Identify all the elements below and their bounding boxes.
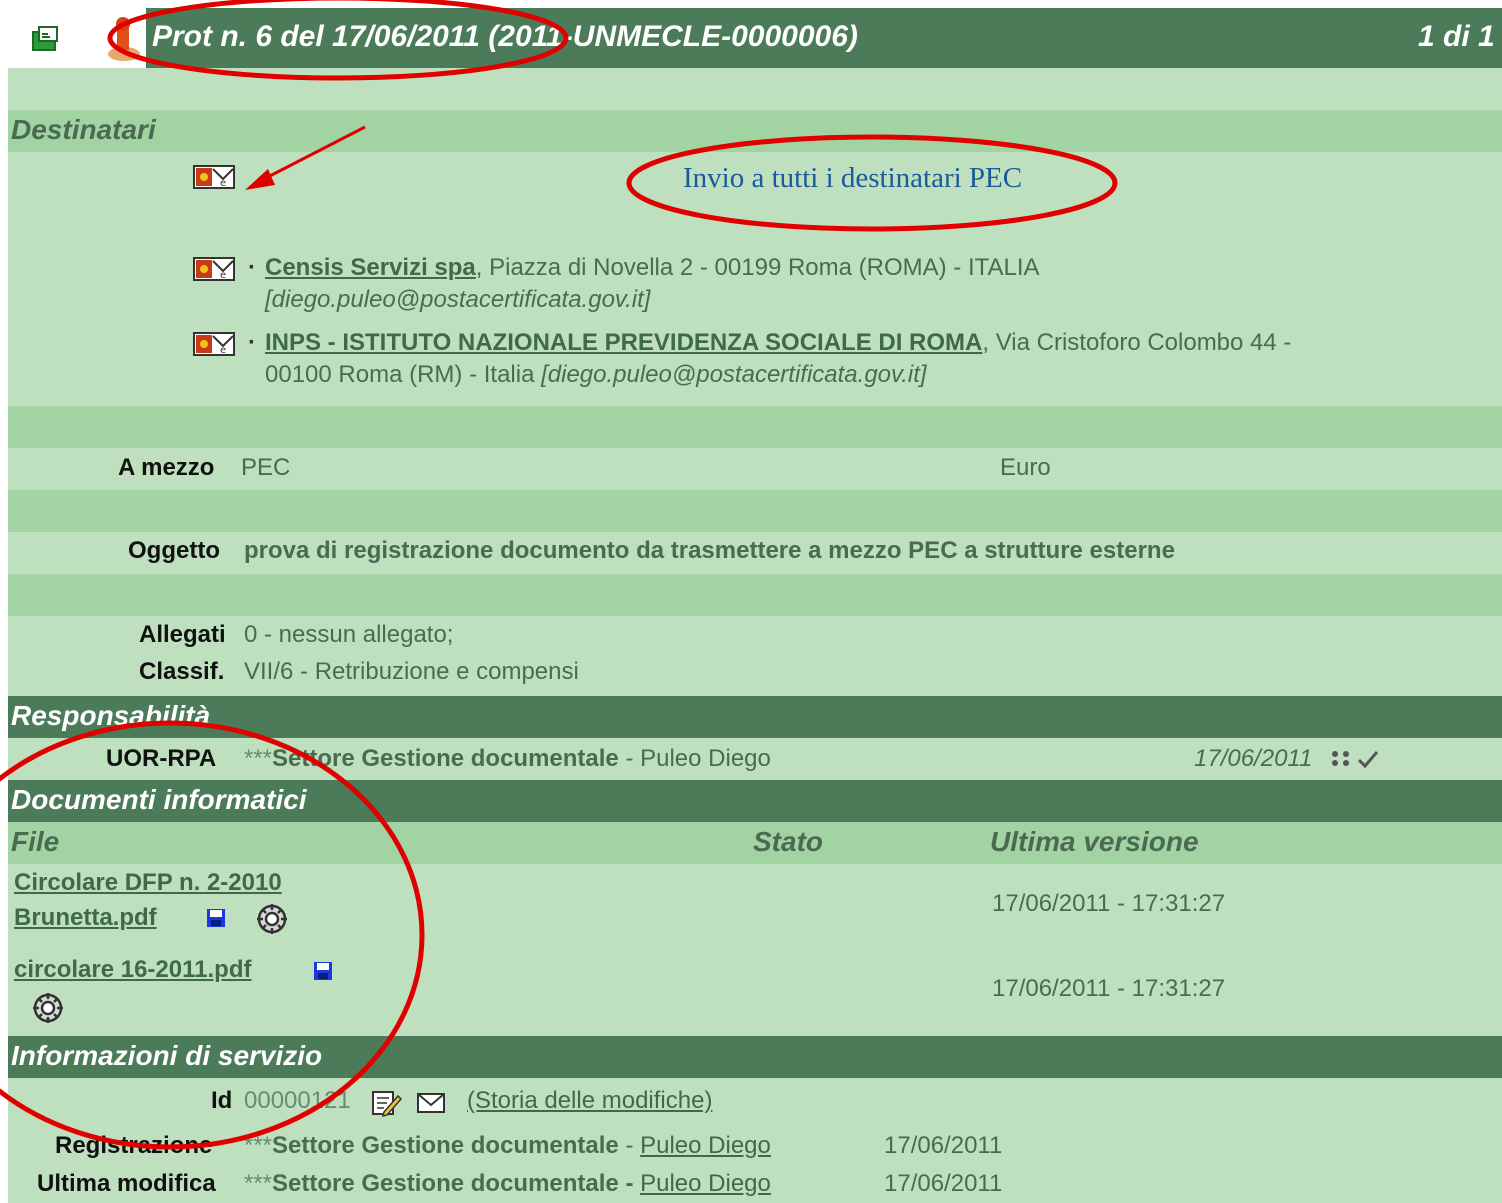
send-all-pec-link[interactable]: Invio a tutti i destinatari PEC <box>683 162 1022 195</box>
history-link[interactable]: (Storia delle modifiche) <box>467 1087 712 1115</box>
stamp-icon <box>108 17 140 61</box>
uor-rpa-value: ***Settore Gestione documentale - Puleo … <box>244 745 771 773</box>
a-mezzo-label: A mezzo <box>118 454 215 481</box>
svg-text:e: e <box>220 345 226 356</box>
spacer-band <box>8 574 1502 616</box>
gear-sign-icon[interactable] <box>254 901 290 937</box>
pec-mail-icon[interactable]: e <box>193 257 235 281</box>
person-link[interactable]: Puleo Diego <box>640 1132 771 1159</box>
pec-mail-icon[interactable]: e <box>193 332 235 356</box>
file-name-link[interactable]: Brunetta.pdf <box>14 904 157 932</box>
users-icon[interactable] <box>1330 749 1352 769</box>
oggetto-label: Oggetto <box>128 537 220 564</box>
gear-sign-icon[interactable] <box>30 990 66 1026</box>
ultima-modifica-date: 17/06/2011 <box>884 1170 1003 1197</box>
file-name-line1[interactable]: Circolare DFP n. 2-2010 <box>14 869 282 896</box>
person-link[interactable]: Puleo Diego <box>640 1170 771 1197</box>
dash: - <box>618 1132 641 1159</box>
responsabilita-date: 17/06/2011 <box>1194 745 1313 772</box>
recipient-bullet: · <box>248 329 256 356</box>
a-mezzo-value: PEC <box>241 454 291 481</box>
ultima-modifica-label: Ultima modifica <box>37 1170 216 1197</box>
history-link-text[interactable]: (Storia delle modifiche) <box>467 1087 712 1114</box>
stars: *** <box>244 1170 273 1197</box>
documenti-title: Documenti informatici <box>11 784 307 815</box>
registrazione-date: 17/06/2011 <box>884 1132 1003 1159</box>
floppy-disk-icon[interactable] <box>206 908 226 928</box>
record-title: Prot n. 6 del 17/06/2011 (2011-UNMECLE-0… <box>152 20 858 53</box>
responsabilita-title: Responsabilità <box>11 700 211 731</box>
allegati-value: 0 - nessun allegato; <box>244 621 454 648</box>
edit-document-icon[interactable] <box>370 1088 402 1118</box>
recipient-row: INPS - ISTITUTO NAZIONALE PREVIDENZA SOC… <box>265 329 1291 357</box>
ultima-modifica-value: ***Settore Gestione documentale - Puleo … <box>244 1170 771 1198</box>
checkmark-icon <box>1357 751 1379 769</box>
servizio-title: Informazioni di servizio <box>11 1040 323 1071</box>
recipient-name-link[interactable]: INPS - ISTITUTO NAZIONALE PREVIDENZA SOC… <box>265 329 982 356</box>
office-name: Settore Gestione documentale <box>272 1170 619 1197</box>
classif-value: VII/6 - Retribuzione e compensi <box>244 658 579 685</box>
id-label: Id <box>211 1087 233 1114</box>
office-name: Settore Gestione documentale <box>272 745 619 772</box>
column-header-ultima-versione: Ultima versione <box>990 826 1199 857</box>
recipient-address: , Via Cristoforo Colombo 44 - <box>982 329 1292 356</box>
pec-mail-icon[interactable]: e <box>193 165 235 189</box>
destinatari-title: Destinatari <box>11 114 156 145</box>
svg-text:e: e <box>220 178 226 189</box>
oggetto-value: prova di registrazione documento da tras… <box>244 537 1175 564</box>
file-name-link[interactable]: circolare 16-2011.pdf <box>14 956 251 984</box>
stars: *** <box>244 1132 273 1159</box>
id-value: 00000121 <box>244 1087 351 1114</box>
file-version: 17/06/2011 - 17:31:27 <box>992 975 1226 1002</box>
protocol-record-panel: Prot n. 6 del 17/06/2011 (2011-UNMECLE-0… <box>8 8 1502 1203</box>
spacer-band <box>8 406 1502 448</box>
stars: *** <box>244 745 273 772</box>
save-document-icon[interactable] <box>30 24 62 54</box>
recipient-address: , Piazza di Novella 2 - 00199 Roma (ROMA… <box>475 254 1040 281</box>
file-version: 17/06/2011 - 17:31:27 <box>992 890 1226 917</box>
floppy-disk-icon[interactable] <box>313 961 333 981</box>
recipient-city: 00100 Roma (RM) - Italia <box>265 361 542 388</box>
record-pager: 1 di 1 <box>1418 20 1495 53</box>
recipient-name-link[interactable]: Censis Servizi spa <box>265 254 476 281</box>
allegati-label: Allegati <box>139 621 226 648</box>
file-name-line1[interactable]: circolare 16-2011.pdf <box>14 956 251 983</box>
office-name: Settore Gestione documentale <box>272 1132 619 1159</box>
svg-text:e: e <box>220 270 226 281</box>
classif-label: Classif. <box>139 658 225 685</box>
column-header-file: File <box>11 826 60 857</box>
responsabilita-band <box>8 696 1502 738</box>
recipient-bullet: · <box>248 254 256 281</box>
uor-rpa-label: UOR-RPA <box>106 745 217 772</box>
spacer-band <box>8 490 1502 532</box>
recipient-row: Censis Servizi spa, Piazza di Novella 2 … <box>265 254 1040 282</box>
recipient-email: [diego.puleo@postacertificata.gov.it] <box>541 361 927 388</box>
recipient-email: [diego.puleo@postacertificata.gov.it] <box>265 286 651 313</box>
column-header-stato: Stato <box>753 826 823 857</box>
file-name-link[interactable]: Circolare DFP n. 2-2010 <box>14 869 282 897</box>
person-name: - Puleo Diego <box>618 745 771 772</box>
dash: - <box>618 1170 641 1197</box>
envelope-icon[interactable] <box>416 1092 446 1114</box>
file-name-line2[interactable]: Brunetta.pdf <box>14 904 157 931</box>
recipient-address-line2: 00100 Roma (RM) - Italia [diego.puleo@po… <box>265 361 927 389</box>
currency-label: Euro <box>1000 454 1051 481</box>
destinatari-band <box>8 110 1502 152</box>
registrazione-value: ***Settore Gestione documentale - Puleo … <box>244 1132 771 1160</box>
registrazione-label: Registrazione <box>55 1132 213 1159</box>
